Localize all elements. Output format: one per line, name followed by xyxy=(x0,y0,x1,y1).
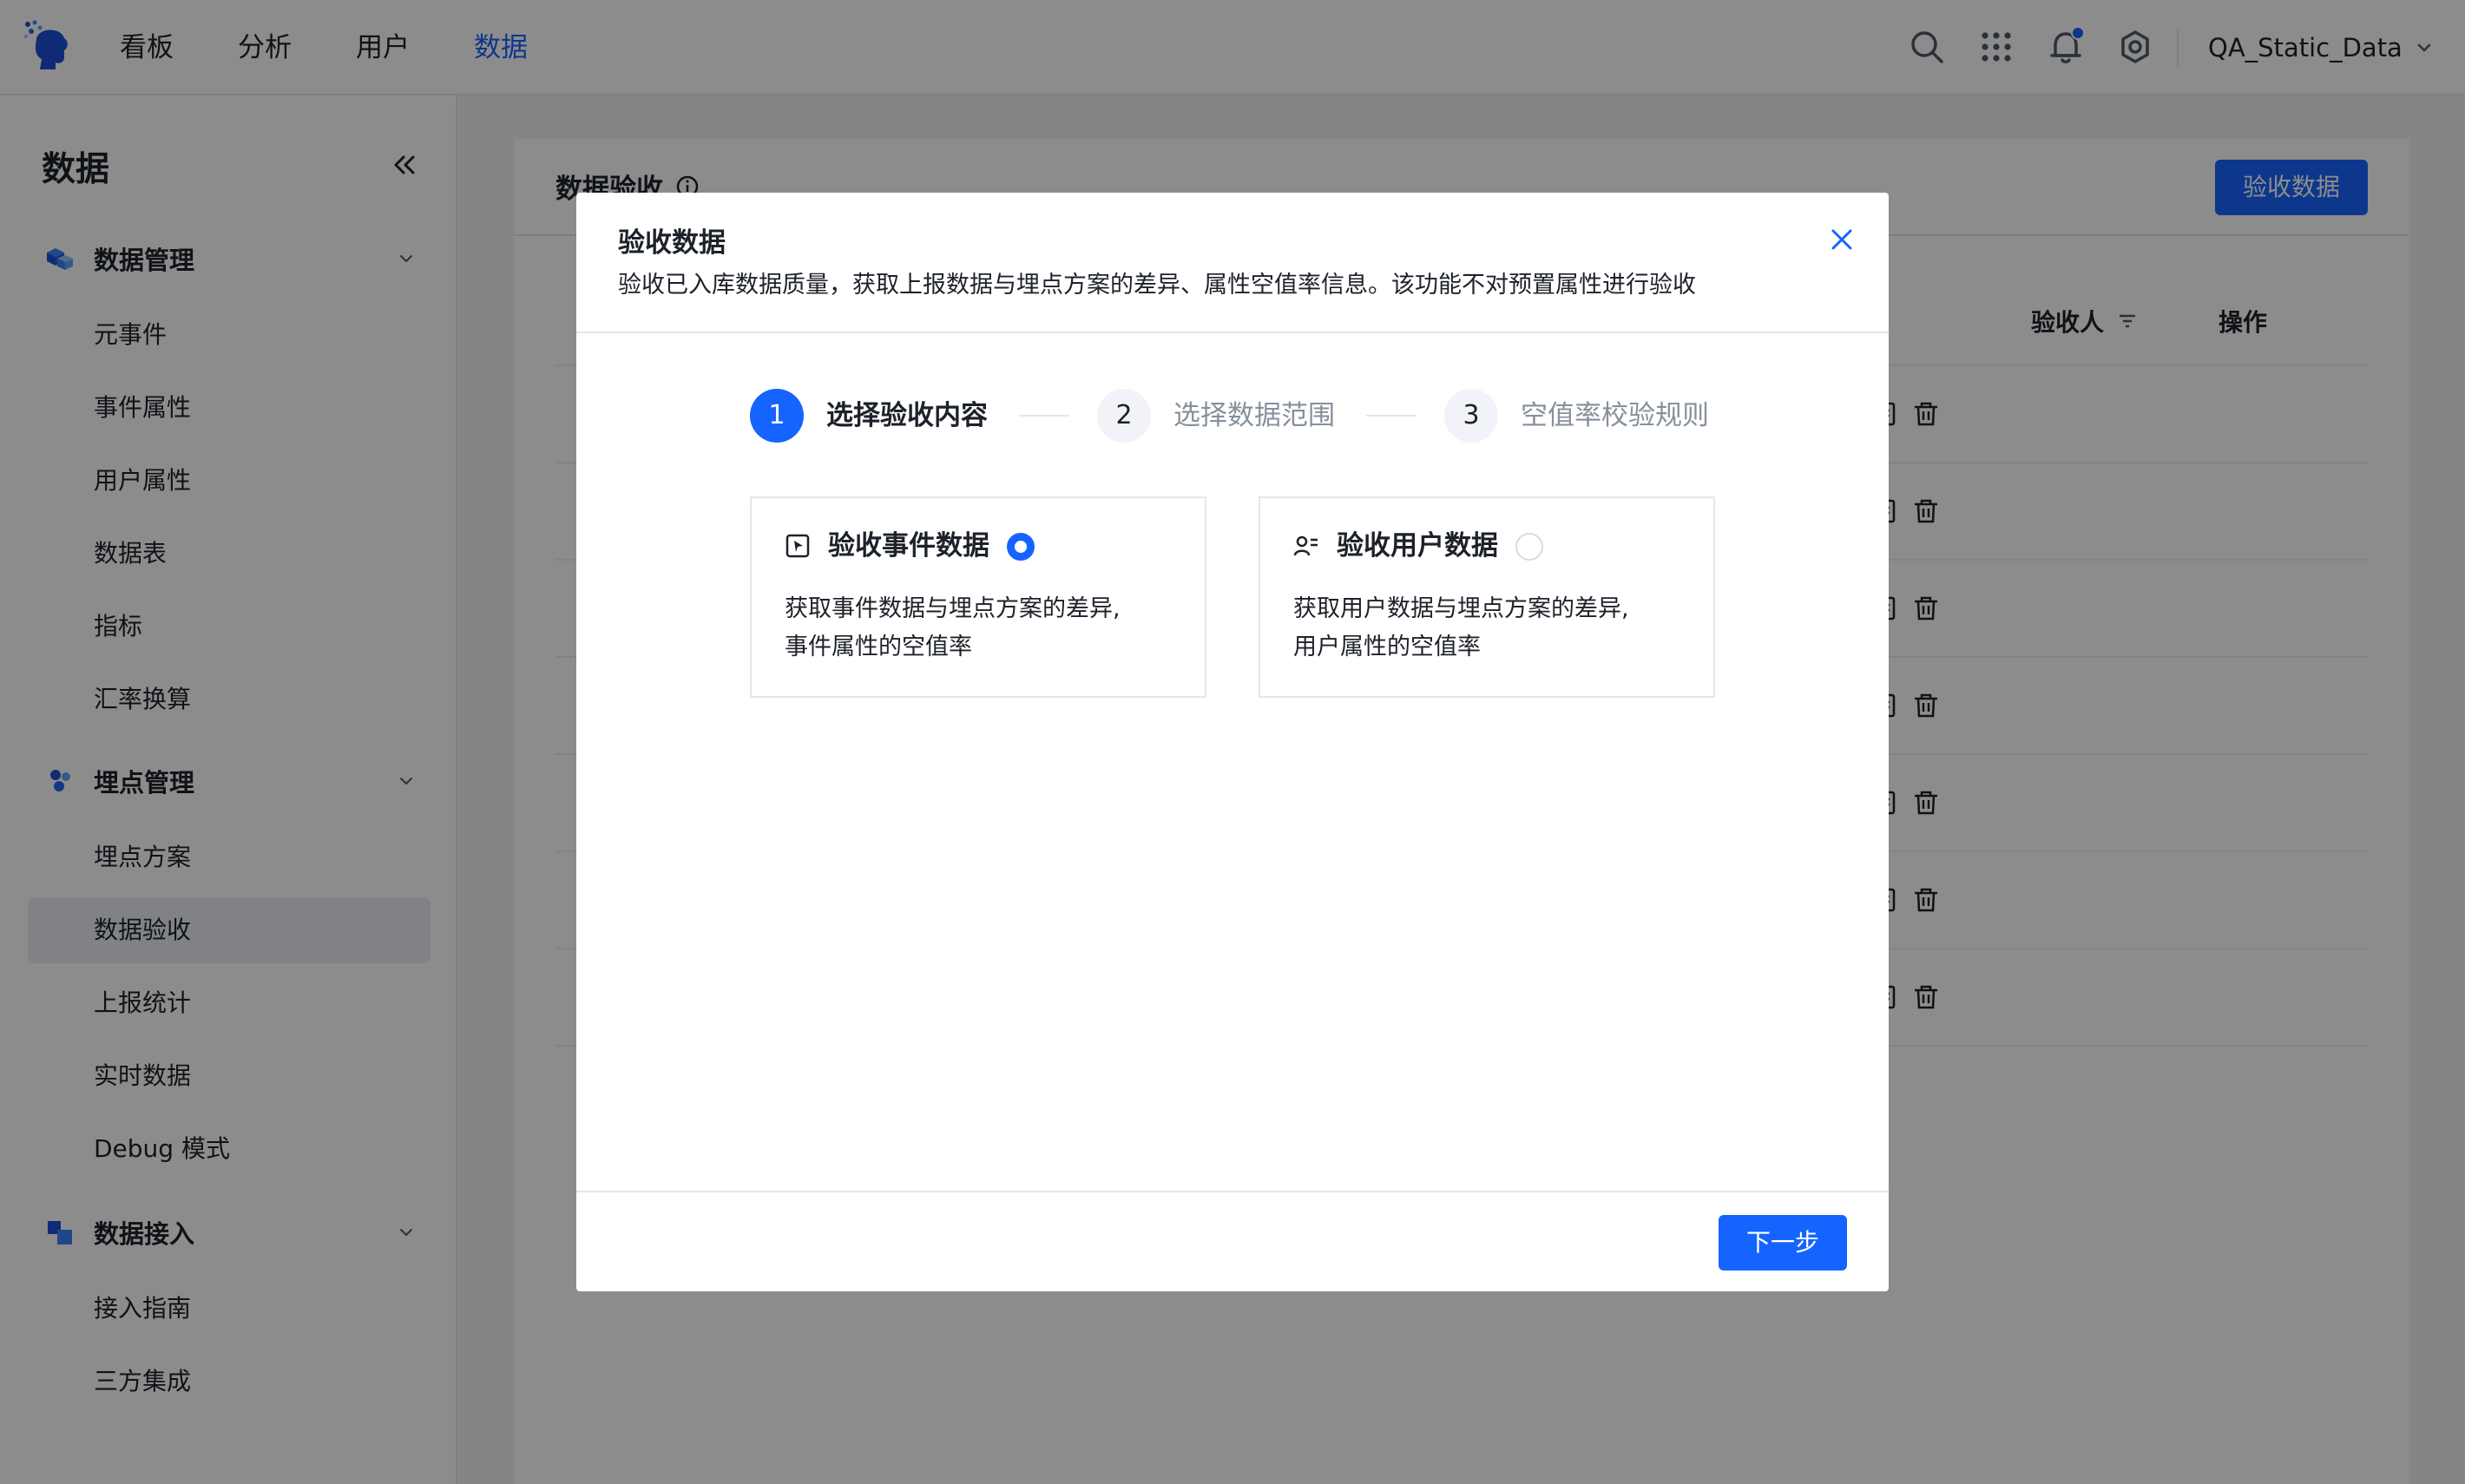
step-3-label: 空值率校验规则 xyxy=(1521,400,1709,431)
option-event-radio[interactable] xyxy=(1007,533,1035,561)
option-user-data-card[interactable]: 验收用户数据 获取用户数据与埋点方案的差异, 用户属性的空值率 xyxy=(1259,496,1715,698)
option-event-data-card[interactable]: 验收事件数据 获取事件数据与埋点方案的差异, 事件属性的空值率 xyxy=(750,496,1206,698)
option-desc-line: 用户属性的空值率 xyxy=(1293,634,1481,660)
accept-data-modal: 验收数据 验收已入库数据质量，获取上报数据与埋点方案的差异、属性空值率信息。该功… xyxy=(576,193,1889,1291)
step-1-circle: 1 xyxy=(750,389,804,443)
step-connector xyxy=(1366,415,1417,417)
close-icon[interactable] xyxy=(1826,224,1857,255)
option-description: 获取用户数据与埋点方案的差异, 用户属性的空值率 xyxy=(1293,590,1684,666)
option-title: 验收用户数据 xyxy=(1337,530,1498,561)
step-3-circle: 3 xyxy=(1444,389,1498,443)
modal-header: 验收数据 验收已入库数据质量，获取上报数据与埋点方案的差异、属性空值率信息。该功… xyxy=(576,193,1889,333)
option-user-radio[interactable] xyxy=(1515,533,1543,561)
modal-footer: 下一步 xyxy=(576,1191,1889,1291)
modal-title: 验收数据 xyxy=(618,227,726,259)
step-2-label: 选择数据范围 xyxy=(1173,400,1335,431)
option-desc-line: 获取事件数据与埋点方案的差异, xyxy=(785,595,1121,622)
next-step-button[interactable]: 下一步 xyxy=(1719,1215,1847,1271)
step-connector xyxy=(1019,415,1069,417)
option-description: 获取事件数据与埋点方案的差异, 事件属性的空值率 xyxy=(785,590,1175,666)
step-1-label: 选择验收内容 xyxy=(826,400,988,431)
event-icon xyxy=(786,534,810,558)
user-list-icon xyxy=(1293,535,1318,556)
option-title: 验收事件数据 xyxy=(828,530,989,561)
modal-description: 验收已入库数据质量，获取上报数据与埋点方案的差异、属性空值率信息。该功能不对预置… xyxy=(618,272,1696,299)
option-desc-line: 事件属性的空值率 xyxy=(785,634,972,660)
step-2-circle: 2 xyxy=(1097,389,1151,443)
option-desc-line: 获取用户数据与埋点方案的差异, xyxy=(1293,595,1629,622)
step-indicator: 1 选择验收内容 2 选择数据范围 3 空值率校验规则 xyxy=(750,389,1722,443)
